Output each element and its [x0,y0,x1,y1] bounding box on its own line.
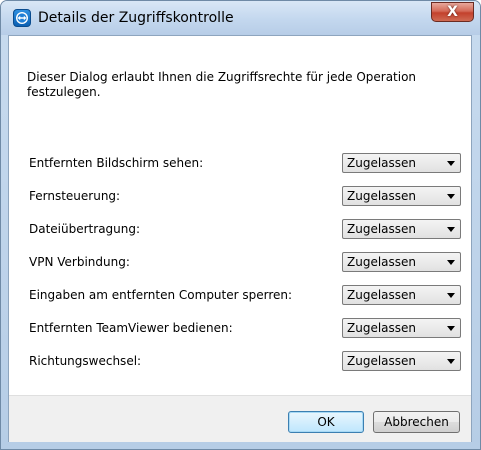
select-value: Zugelassen [347,222,417,236]
select-value: Zugelassen [347,156,417,170]
select-file-transfer[interactable]: Zugelassen [342,219,461,239]
dialog-content: Dieser Dialog erlaubt Ihnen die Zugriffs… [8,35,472,442]
select-switch-sides[interactable]: Zugelassen [342,351,461,371]
button-bar: OK Abbrechen [9,395,471,442]
select-value: Zugelassen [347,255,417,269]
label-vpn: VPN Verbindung: [29,255,130,269]
dialog-window: Details der Zugriffskontrolle X Dieser D… [0,0,481,450]
chevron-down-icon [447,227,455,232]
select-remote-screen[interactable]: Zugelassen [342,153,461,173]
select-vpn[interactable]: Zugelassen [342,252,461,272]
label-remote-screen: Entfernten Bildschirm sehen: [29,156,204,170]
select-lock-input[interactable]: Zugelassen [342,285,461,305]
description-text: Dieser Dialog erlaubt Ihnen die Zugriffs… [27,70,417,99]
chevron-down-icon [447,260,455,265]
close-icon: X [447,4,458,20]
select-remote-control[interactable]: Zugelassen [342,186,461,206]
label-file-transfer: Dateiübertragung: [29,222,141,236]
label-control-teamviewer: Entfernten TeamViewer bedienen: [29,321,233,335]
select-value: Zugelassen [347,354,417,368]
chevron-down-icon [447,293,455,298]
window-title: Details der Zugriffskontrolle [38,10,234,26]
teamviewer-icon [13,9,31,27]
title-bar[interactable]: Details der Zugriffskontrolle X [1,1,480,35]
select-value: Zugelassen [347,321,417,335]
select-control-teamviewer[interactable]: Zugelassen [342,318,461,338]
label-switch-sides: Richtungswechsel: [29,354,142,368]
close-button[interactable]: X [431,2,474,22]
ok-button[interactable]: OK [288,411,364,433]
chevron-down-icon [447,359,455,364]
label-remote-control: Fernsteuerung: [29,189,121,203]
chevron-down-icon [447,194,455,199]
cancel-button[interactable]: Abbrechen [373,411,460,433]
select-value: Zugelassen [347,189,417,203]
select-value: Zugelassen [347,288,417,302]
label-lock-input: Eingaben am entfernten Computer sperren: [29,288,293,302]
chevron-down-icon [447,326,455,331]
chevron-down-icon [447,161,455,166]
